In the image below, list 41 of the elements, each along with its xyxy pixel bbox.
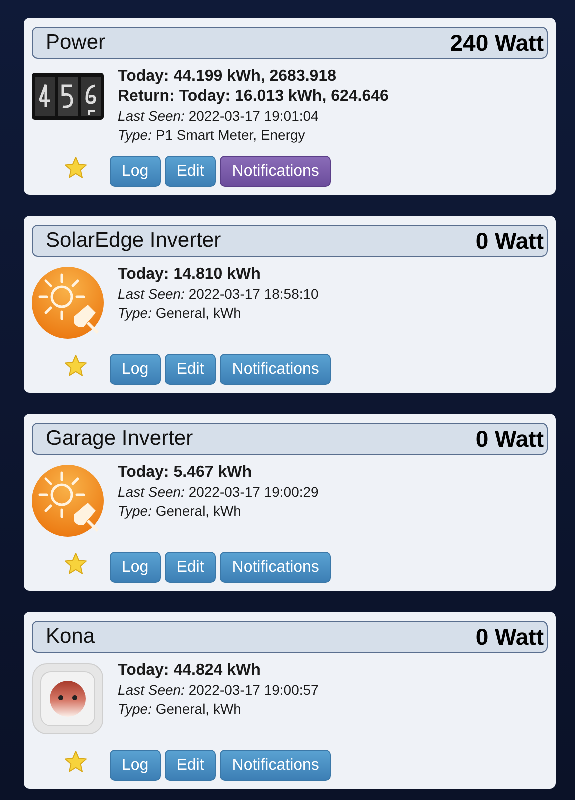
log-button[interactable]: Log bbox=[110, 552, 161, 583]
star-icon[interactable] bbox=[64, 156, 88, 180]
device-reading: 240 Watt bbox=[450, 30, 544, 56]
edit-button[interactable]: Edit bbox=[164, 354, 216, 385]
energy-reading: Today: 44.824 kWh bbox=[118, 661, 262, 681]
log-button[interactable]: Log bbox=[110, 750, 161, 781]
device-name: Kona bbox=[46, 625, 96, 649]
energy-reading: Today: 5.467 kWh bbox=[118, 463, 253, 483]
notifications-button[interactable]: Notifications bbox=[220, 354, 332, 385]
info-line: Last Seen: 2022-03-17 19:00:57 bbox=[118, 681, 319, 700]
energy-reading: Return: Today: 16.013 kWh, 624.646 bbox=[118, 87, 389, 107]
star-icon[interactable] bbox=[64, 552, 88, 576]
notifications-button[interactable]: Notifications bbox=[220, 750, 332, 781]
meter-counter-icon bbox=[32, 73, 104, 120]
notifications-button[interactable]: Notifications bbox=[220, 156, 332, 187]
info-line: Type: General, kWh bbox=[118, 502, 242, 521]
energy-reading: Today: 14.810 kWh bbox=[118, 265, 262, 285]
edit-button[interactable]: Edit bbox=[164, 552, 216, 583]
star-icon[interactable] bbox=[64, 354, 88, 378]
energy-reading: Today: 44.199 kWh, 2683.918 bbox=[118, 67, 338, 87]
info-line: Last Seen: 2022-03-17 19:00:29 bbox=[118, 483, 319, 502]
sun-plug-icon bbox=[32, 267, 104, 339]
device-name: Garage Inverter bbox=[46, 427, 194, 451]
star-icon[interactable] bbox=[64, 750, 88, 774]
device-name: SolarEdge Inverter bbox=[46, 229, 222, 253]
sun-plug-icon bbox=[32, 465, 104, 537]
edit-button[interactable]: Edit bbox=[164, 750, 216, 781]
edit-button[interactable]: Edit bbox=[164, 156, 216, 187]
log-button[interactable]: Log bbox=[110, 354, 161, 385]
notifications-button[interactable]: Notifications bbox=[220, 552, 332, 583]
info-line: Last Seen: 2022-03-17 19:01:04 bbox=[118, 107, 320, 126]
info-line: Type: P1 Smart Meter, Energy bbox=[118, 126, 306, 145]
log-button[interactable]: Log bbox=[110, 156, 161, 187]
device-reading: 0 Watt bbox=[476, 426, 544, 452]
power-socket-icon bbox=[32, 663, 104, 735]
info-line: Type: General, kWh bbox=[118, 304, 242, 323]
device-reading: 0 Watt bbox=[476, 228, 544, 254]
info-line: Type: General, kWh bbox=[118, 700, 242, 719]
device-name: Power bbox=[46, 31, 106, 55]
info-line: Last Seen: 2022-03-17 18:58:10 bbox=[118, 285, 319, 304]
device-reading: 0 Watt bbox=[476, 624, 544, 650]
